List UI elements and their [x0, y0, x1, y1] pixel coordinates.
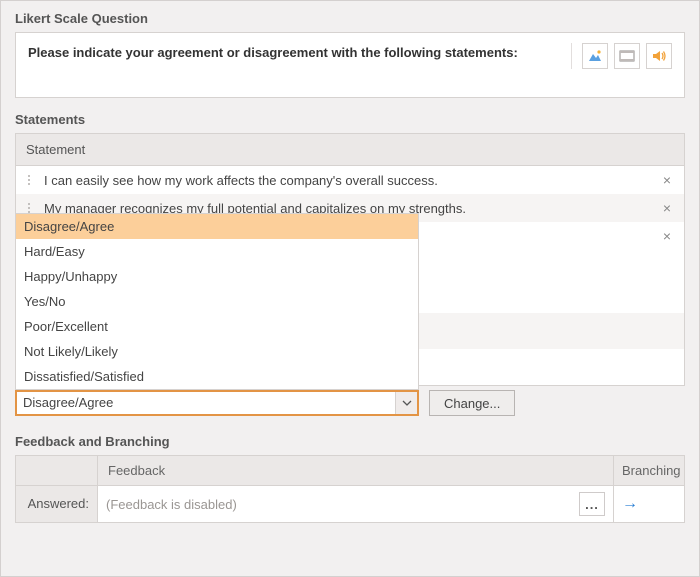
question-section-title: Likert Scale Question	[15, 11, 685, 26]
scale-dropdown-value: Disagree/Agree	[17, 392, 395, 414]
close-icon[interactable]: ×	[658, 172, 676, 188]
feedback-header-empty	[16, 456, 98, 485]
likert-editor-panel: Likert Scale Question Please indicate yo…	[0, 0, 700, 577]
dropdown-item[interactable]: Poor/Excellent	[16, 314, 418, 339]
statements-header: Statement	[16, 134, 684, 166]
dropdown-item[interactable]: Hard/Easy	[16, 239, 418, 264]
statements-section-title: Statements	[15, 112, 685, 127]
dropdown-item[interactable]: Disagree/Agree	[16, 214, 418, 239]
add-video-button[interactable]	[614, 43, 640, 69]
add-audio-button[interactable]	[646, 43, 672, 69]
dropdown-item[interactable]: Happy/Unhappy	[16, 264, 418, 289]
feedback-row-label: Answered:	[16, 486, 98, 522]
statements-section: Statements Statement I can easily see ho…	[15, 112, 685, 416]
feedback-cell: (Feedback is disabled) ...	[98, 486, 614, 522]
branching-cell: →	[614, 486, 684, 522]
media-button-group	[571, 43, 672, 69]
feedback-table: Feedback Branching Answered: (Feedback i…	[15, 455, 685, 523]
dropdown-item[interactable]: Yes/No	[16, 289, 418, 314]
feedback-section-title: Feedback and Branching	[15, 434, 685, 449]
drag-handle-icon[interactable]	[24, 203, 34, 213]
table-row[interactable]: I can easily see how my work affects the…	[16, 166, 684, 194]
close-icon[interactable]: ×	[658, 200, 676, 216]
chevron-down-icon[interactable]	[395, 392, 417, 414]
feedback-options-button[interactable]: ...	[579, 492, 605, 516]
feedback-header-branching: Branching	[614, 456, 684, 485]
feedback-section: Feedback and Branching Feedback Branchin…	[15, 434, 685, 523]
change-button[interactable]: Change...	[429, 390, 515, 416]
drag-handle-icon[interactable]	[24, 175, 34, 185]
video-icon	[619, 49, 635, 63]
scale-dropdown[interactable]: Disagree/Agree	[15, 390, 419, 416]
close-icon[interactable]: ×	[658, 228, 676, 244]
dropdown-item[interactable]: Dissatisfied/Satisfied	[16, 364, 418, 389]
image-icon	[587, 49, 603, 63]
dropdown-item[interactable]: Not Likely/Likely	[16, 339, 418, 364]
audio-icon	[651, 49, 667, 63]
feedback-header-feedback: Feedback	[98, 456, 614, 485]
arrow-right-icon[interactable]: →	[622, 495, 638, 513]
feedback-body-row: Answered: (Feedback is disabled) ... →	[16, 486, 684, 522]
scale-selector-row: Disagree/Agree Hard/Easy Happy/Unhappy Y…	[15, 390, 685, 416]
question-prompt[interactable]: Please indicate your agreement or disagr…	[28, 43, 571, 69]
scale-dropdown-menu: Disagree/Agree Hard/Easy Happy/Unhappy Y…	[15, 213, 419, 390]
feedback-disabled-text: (Feedback is disabled)	[106, 497, 571, 512]
feedback-header-row: Feedback Branching	[16, 456, 684, 486]
add-image-button[interactable]	[582, 43, 608, 69]
question-box: Please indicate your agreement or disagr…	[15, 32, 685, 98]
statement-text[interactable]: I can easily see how my work affects the…	[44, 173, 658, 188]
